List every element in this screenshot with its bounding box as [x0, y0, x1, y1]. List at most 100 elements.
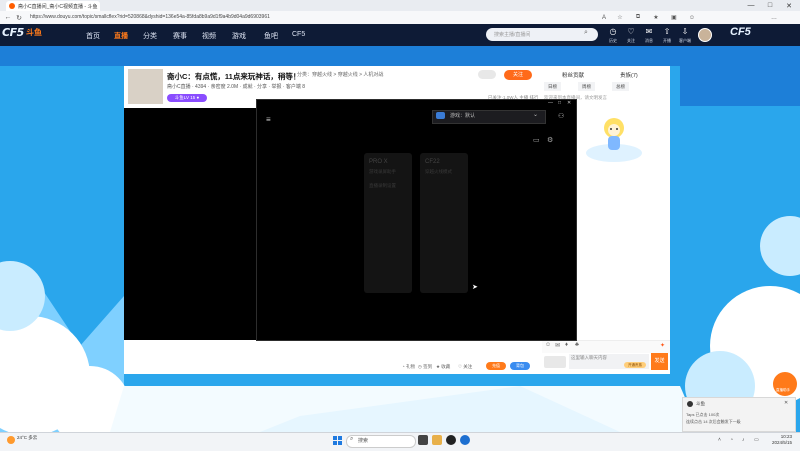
megaphone-icon[interactable]: ✉ [555, 342, 560, 349]
notification-toggle[interactable] [478, 70, 496, 79]
bookmark-star-icon[interactable]: ☆ [614, 12, 626, 23]
chevron-up-icon[interactable]: ˄ [718, 437, 721, 443]
weather-text[interactable]: 24°C 多云 [17, 435, 37, 441]
overlay-maximize-button[interactable]: □ [558, 100, 561, 106]
streamer-meta: 斋小C直播 · 4394 · 亲密度 2.0M · 成就 · 分享 · 举报 ·… [167, 84, 306, 90]
download-icon[interactable]: ⇩ [678, 27, 692, 36]
history-icon[interactable]: ◷ [606, 27, 620, 36]
extensions-icon[interactable]: ⧉ [632, 12, 644, 23]
close-window-button[interactable]: ✕ [780, 0, 798, 11]
nav-cf5[interactable]: CF5 [292, 31, 305, 38]
profile-card[interactable]: PRO X 游戏录屏助手 直播录制设置 [364, 153, 412, 293]
follow-icon[interactable]: ♡ [624, 27, 638, 36]
favorites-icon[interactable]: ★ [650, 12, 662, 23]
account-icon[interactable]: ⚇ [558, 112, 564, 120]
windows-start-icon[interactable] [333, 436, 342, 445]
search-icon: ⌕ [350, 436, 354, 442]
battery-icon[interactable]: ▭ [754, 437, 759, 443]
upload-icon[interactable]: ⇧ [660, 27, 674, 36]
profile-icon[interactable]: ☺ [686, 12, 698, 23]
streamer-avatar[interactable] [128, 69, 163, 104]
recharge-button[interactable]: 充值 [486, 362, 506, 370]
volume-icon[interactable]: ♪ [742, 437, 745, 443]
overlay-close-button[interactable]: ✕ [567, 100, 571, 106]
taskbar-search-label: 搜索 [358, 438, 369, 444]
app-icon[interactable] [446, 435, 456, 445]
vip-button[interactable]: 开通贵族 [624, 362, 646, 368]
tab-daily[interactable]: 日榜 [544, 82, 561, 91]
tab-weekly[interactable]: 周榜 [578, 82, 595, 91]
fan-level-badge [544, 356, 566, 368]
chat-toolbar [542, 340, 670, 353]
user-avatar[interactable] [698, 28, 712, 42]
nav-category[interactable]: 分类 [143, 31, 157, 41]
upload-label: 开播 [663, 38, 671, 43]
card-title: PRO X [369, 159, 388, 165]
send-button[interactable]: 发送 [651, 353, 668, 370]
fan-rank-tab[interactable]: 粉丝贡献 [562, 71, 584, 79]
toast-line-2: 连续点击 14 次后会触发下一级 [686, 419, 741, 424]
toast-line-1: Taps 已点击 100次 [686, 412, 720, 417]
collect-button[interactable]: ★ 收藏 [436, 364, 450, 370]
overlay-minimize-button[interactable]: — [548, 100, 553, 106]
tag-icon[interactable]: ♣ [575, 342, 579, 348]
overlay-menu-icon[interactable]: ≡ [266, 115, 271, 124]
tab-total[interactable]: 总榜 [612, 82, 629, 91]
minimize-button[interactable]: — [742, 0, 760, 11]
task-view-icon[interactable] [418, 435, 428, 445]
assistant-button[interactable] [771, 370, 799, 398]
taskbar-search[interactable] [346, 435, 416, 448]
assistant-label: 直播助手 [776, 388, 790, 392]
gift-button[interactable]: ◔ 礼物 [402, 364, 415, 370]
nav-home[interactable]: 首页 [86, 31, 100, 41]
player-follow-button[interactable]: ♡ 关注 [458, 364, 472, 370]
search-icon[interactable]: ⌕ [584, 29, 588, 37]
card-subtitle: 游戏录屏助手 [369, 169, 396, 174]
chat-input-placeholder: 这里输入聊天内容 [571, 355, 607, 360]
douyu-logo[interactable]: 斗鱼 [26, 27, 42, 38]
nav-video[interactable]: 视频 [202, 31, 216, 41]
reload-icon[interactable]: ↻ [14, 12, 24, 23]
fan-badge-icon[interactable]: ♦ [565, 342, 568, 348]
cf-logo-right: CF5 [730, 26, 751, 38]
network-icon[interactable]: ◔ [730, 437, 733, 443]
nav-games[interactable]: 游戏 [232, 31, 246, 41]
backpack-button[interactable]: 背包 [510, 362, 530, 370]
nav-yuba[interactable]: 鱼吧 [264, 31, 278, 41]
profile-card[interactable]: CF22 穿越火线模式 [420, 153, 468, 293]
red-envelope-icon[interactable]: ✦ [660, 342, 665, 349]
edge-browser-icon[interactable] [460, 435, 470, 445]
card-title: CF22 [425, 159, 440, 165]
weather-icon[interactable] [7, 436, 15, 444]
browser-titlebar [0, 0, 800, 11]
app-icon [687, 401, 693, 407]
history-label: 历史 [609, 38, 617, 43]
mascot-image [586, 118, 642, 162]
checkin-button[interactable]: ◷ 签到 [418, 364, 432, 370]
browser-menu-icon[interactable]: … [768, 12, 780, 23]
mouse-cursor-icon: ➤ [472, 284, 478, 291]
follow-label: 关注 [627, 38, 635, 43]
toast-close-icon[interactable]: ✕ [784, 400, 788, 406]
emoji-icon[interactable]: ☺ [545, 342, 551, 348]
noble-tab[interactable]: 贵族(7) [620, 71, 638, 79]
message-icon[interactable]: ✉ [642, 27, 656, 36]
screen-icon[interactable]: ▭ [533, 136, 540, 144]
douyu-favicon-icon [9, 3, 15, 9]
download-label: 客户端 [679, 38, 691, 43]
stream-category[interactable]: 分类：穿越火线 > 穿越火线 > 人机对战 [297, 71, 383, 78]
browser-tab[interactable]: 斋小C直播间_斋小C视频直播 - 斗鱼 [6, 1, 100, 11]
nav-live[interactable]: 直播 [114, 31, 128, 41]
collections-icon[interactable]: ▣ [668, 12, 680, 23]
follow-button[interactable]: 关注 [504, 70, 532, 80]
back-icon[interactable]: ← [3, 12, 13, 23]
maximize-button[interactable]: □ [761, 0, 779, 11]
settings-icon[interactable]: ⚙ [547, 136, 553, 144]
read-aloud-icon[interactable]: A [598, 12, 610, 23]
chevron-down-icon[interactable]: ⌄ [533, 111, 538, 118]
address-bar[interactable]: https://www.douyu.com/topic/smallcflex?r… [30, 13, 590, 22]
cf-logo[interactable]: CF5 [2, 26, 24, 39]
file-explorer-icon[interactable] [432, 435, 442, 445]
nav-esports[interactable]: 赛事 [173, 31, 187, 41]
clock[interactable]: 10:23 2024/5/15 [772, 434, 792, 446]
